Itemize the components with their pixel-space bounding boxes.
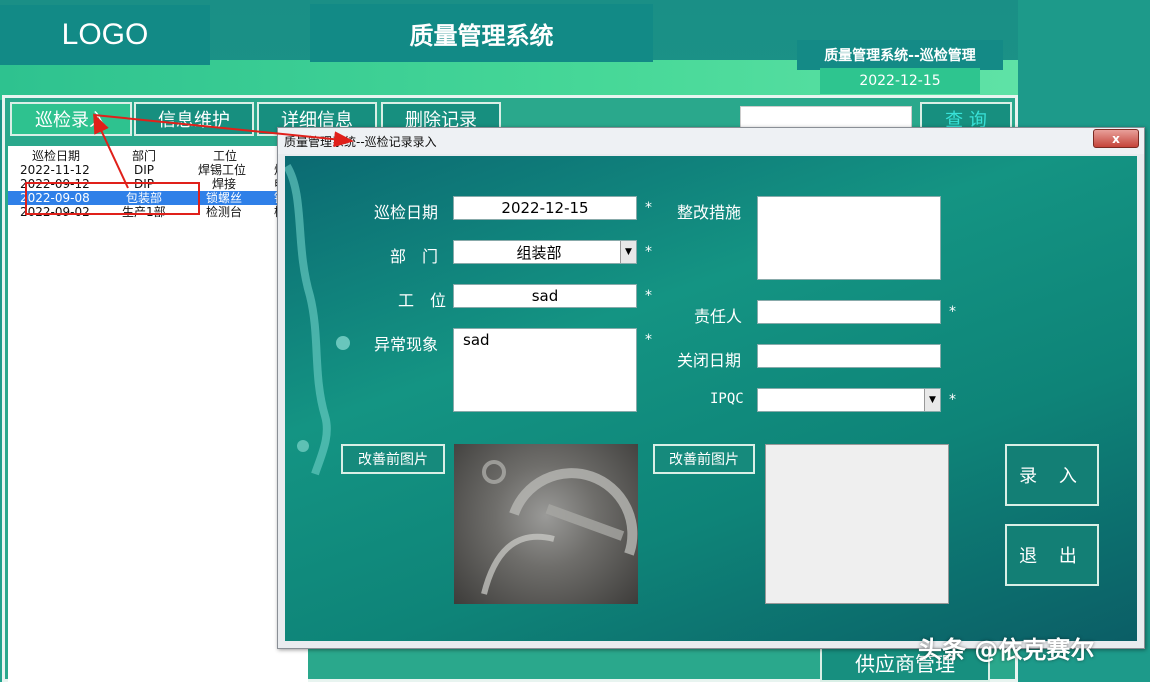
cell-dept: DIP	[134, 163, 155, 177]
current-date: 2022-12-15	[820, 68, 980, 94]
ipqc-label: IPQC	[710, 391, 744, 407]
cell-station: 锁螺丝	[206, 191, 243, 205]
ipqc-select[interactable]: ▼	[757, 388, 941, 412]
required-mark: *	[645, 332, 652, 348]
logo: LOGO	[0, 5, 210, 65]
cell-date: 2022-11-12	[20, 163, 90, 177]
station-field[interactable]: sad	[453, 284, 637, 308]
module-title: 质量管理系统--巡检管理	[797, 40, 1003, 70]
cell-station: 焊锡工位	[198, 163, 247, 177]
close-date-field[interactable]	[757, 344, 941, 368]
patrol-entry-button[interactable]: 巡检录入	[10, 102, 132, 136]
after-image	[765, 444, 949, 604]
date-label: 巡检日期	[374, 203, 439, 222]
phenomenon-textarea[interactable]: sad	[453, 328, 637, 412]
chevron-down-icon[interactable]: ▼	[620, 241, 636, 263]
list-header: 巡检日期 部门 工位	[8, 149, 308, 163]
cell-station: 检测台	[206, 205, 243, 219]
protractor-photo	[481, 460, 638, 595]
chevron-down-icon[interactable]: ▼	[924, 389, 940, 411]
required-mark: *	[949, 392, 956, 408]
entry-dialog: 质量管理系统--巡检记录录入 x 巡检日期 2022-12-15 * 部 门 组…	[277, 127, 1145, 649]
cell-dept: DIP	[134, 177, 155, 191]
owner-field[interactable]	[757, 300, 941, 324]
list-item[interactable]: 2022-09-02 生产1部 检测台 检	[8, 205, 308, 219]
cell-date: 2022-09-08	[20, 191, 90, 205]
info-maintain-button[interactable]: 信息维护	[134, 102, 254, 136]
list-item[interactable]: 2022-09-12 DIP 焊接 申	[8, 177, 308, 191]
submit-button[interactable]: 录 入	[1005, 444, 1099, 506]
close-icon[interactable]: x	[1093, 129, 1139, 148]
dialog-body: 巡检日期 2022-12-15 * 部 门 组装部 ▼ * 工 位 sad * …	[285, 156, 1137, 641]
dept-value: 组装部	[516, 243, 562, 262]
required-mark: *	[949, 304, 956, 320]
list-item-selected[interactable]: 2022-09-08 包装部 锁螺丝 锁	[8, 191, 308, 205]
system-title: 质量管理系统	[310, 4, 653, 62]
dept-label: 部 门	[390, 247, 439, 266]
dialog-title: 质量管理系统--巡检记录录入	[284, 135, 437, 149]
column-header: 工位	[213, 149, 238, 163]
list-item[interactable]: 2022-11-12 DIP 焊锡工位 炉	[8, 163, 308, 177]
required-mark: *	[645, 288, 652, 304]
before-image-button[interactable]: 改善前图片	[341, 444, 445, 474]
close-date-label: 关闭日期	[677, 351, 742, 370]
phenomenon-label: 异常现象	[374, 335, 439, 354]
record-list[interactable]: 巡检日期 部门 工位 2022-11-12 DIP 焊锡工位 炉 2022-09…	[8, 146, 308, 682]
cell-dept: 生产1部	[122, 205, 166, 219]
cell-date: 2022-09-02	[20, 205, 90, 219]
exit-button[interactable]: 退 出	[1005, 524, 1099, 586]
before-image	[454, 444, 638, 604]
dept-select[interactable]: 组装部 ▼	[453, 240, 637, 264]
owner-label: 责任人	[694, 307, 743, 326]
column-header: 部门	[132, 149, 157, 163]
required-mark: *	[645, 200, 652, 216]
cell-date: 2022-09-12	[20, 177, 90, 191]
measures-label: 整改措施	[677, 203, 742, 222]
station-label: 工 位	[398, 291, 447, 310]
required-mark: *	[645, 244, 652, 260]
cell-station: 焊接	[212, 177, 237, 191]
date-field[interactable]: 2022-12-15	[453, 196, 637, 220]
measures-textarea[interactable]	[757, 196, 941, 280]
water-splash-decoration	[285, 163, 350, 476]
watermark: 头条 @依克赛尔	[918, 636, 1095, 664]
after-image-button[interactable]: 改善前图片	[653, 444, 755, 474]
column-header: 巡检日期	[32, 149, 81, 163]
dialog-titlebar[interactable]: 质量管理系统--巡检记录录入 x	[278, 128, 1144, 154]
cell-dept: 包装部	[126, 191, 163, 205]
